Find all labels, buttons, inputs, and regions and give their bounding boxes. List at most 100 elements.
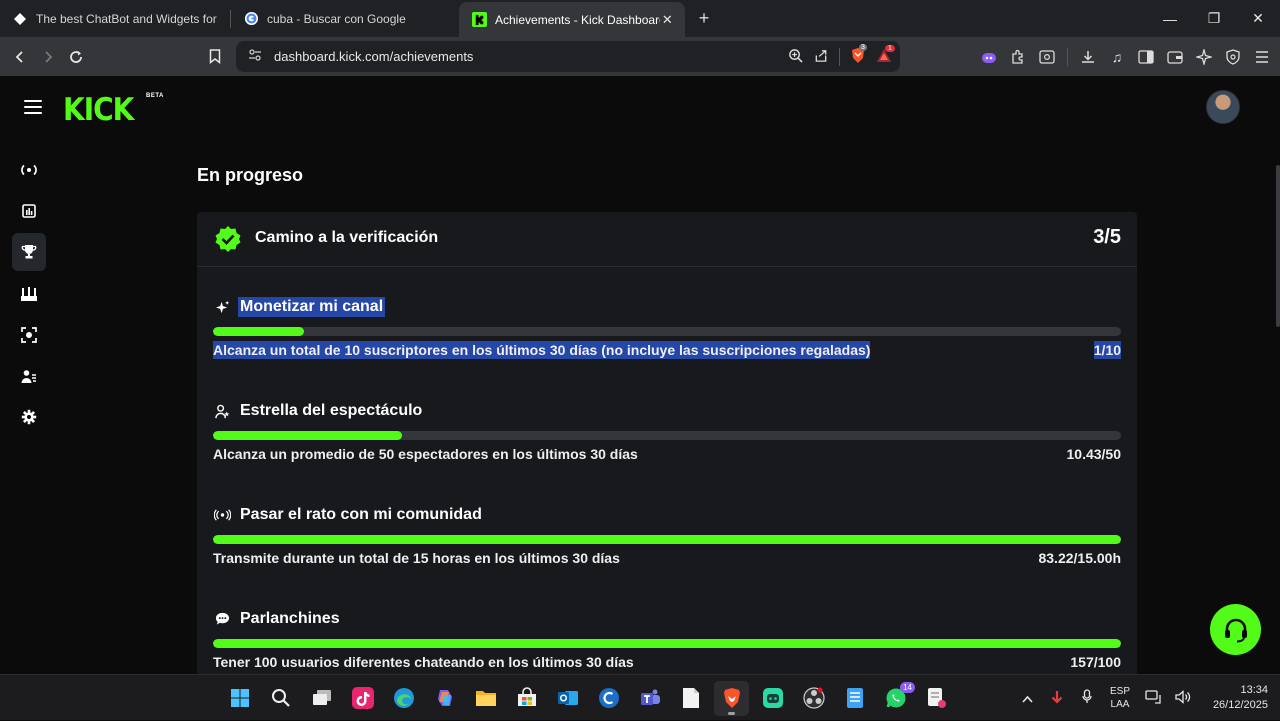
notes-icon[interactable] <box>837 681 872 716</box>
brave-shield-icon[interactable]: 3 <box>850 43 867 67</box>
support-chat-button[interactable] <box>1210 604 1261 655</box>
achievement-name: Parlanchines <box>240 610 340 627</box>
tiktok-icon[interactable] <box>345 681 380 716</box>
achievement-description: Transmite durante un total de 15 horas e… <box>213 550 620 566</box>
close-window-icon[interactable]: ✕ <box>1236 0 1280 37</box>
store-icon[interactable] <box>509 681 544 716</box>
achievement-item: Pasar el rato con mi comunidad Transmite… <box>213 503 1121 566</box>
snipping-icon[interactable] <box>919 681 954 716</box>
hamburger-menu-icon[interactable] <box>24 100 42 114</box>
progress-bar <box>213 431 1121 440</box>
achievement-value: 10.43/50 <box>1066 446 1122 462</box>
vpn-icon[interactable] <box>1224 48 1242 66</box>
site-settings-icon[interactable] <box>248 48 262 65</box>
star-user-icon <box>213 402 231 420</box>
wallet-icon[interactable] <box>1166 48 1184 66</box>
whatsapp-badge: 14 <box>900 681 915 693</box>
notepad-icon[interactable] <box>673 681 708 716</box>
alert-badge: 1 <box>885 44 895 52</box>
brave-rewards-icon[interactable]: 1 <box>876 44 895 66</box>
date: 26/12/2025 <box>1212 699 1268 711</box>
obs-icon[interactable] <box>796 681 831 716</box>
trophy-icon <box>21 245 37 259</box>
new-tab-button[interactable]: + <box>689 8 719 29</box>
sidebar-item-achievements[interactable] <box>12 233 46 271</box>
menu-icon[interactable] <box>1253 48 1271 66</box>
kick-logo[interactable]: KICK <box>63 91 134 127</box>
progress-bar <box>213 327 1121 336</box>
music-icon[interactable]: ♫ <box>1108 48 1126 66</box>
sidebar-item-community[interactable] <box>12 275 46 313</box>
kick-icon <box>471 12 487 28</box>
copilot-icon[interactable] <box>427 681 462 716</box>
sidebar-toggle-icon[interactable] <box>1137 48 1155 66</box>
broadcast-icon <box>21 164 37 176</box>
scrollbar[interactable] <box>1276 165 1280 327</box>
headset-icon <box>1224 618 1247 642</box>
arrow-right-icon <box>45 50 53 63</box>
address-bar[interactable]: dashboard.kick.com/achievements 3 1 <box>236 41 900 72</box>
search-icon[interactable] <box>263 681 298 716</box>
task-view-icon[interactable] <box>304 681 339 716</box>
browser-tab[interactable]: The best ChatBot and Widgets for Kick <box>0 0 230 37</box>
back-button[interactable] <box>6 43 34 71</box>
zoom-icon[interactable] <box>788 48 803 66</box>
achievement-name: Estrella del espectáculo <box>240 402 423 419</box>
restore-icon[interactable]: ❐ <box>1192 0 1236 37</box>
extension-bot-icon[interactable] <box>980 48 998 66</box>
arrow-left-icon <box>15 50 23 63</box>
tab-search-icon[interactable] <box>1038 48 1056 66</box>
windows-start-icon[interactable] <box>222 681 257 716</box>
browser-tab[interactable]: cuba - Buscar con Google <box>231 0 459 37</box>
network-icon[interactable] <box>1138 689 1168 707</box>
sidebar-item-moderation[interactable] <box>12 316 46 354</box>
outlook-icon[interactable] <box>550 681 585 716</box>
avatar[interactable] <box>1206 90 1240 124</box>
download-icon[interactable] <box>1079 48 1097 66</box>
windows-taskbar: 14 ESP LAA 13:34 26/12/2025 <box>0 674 1280 720</box>
discord-icon[interactable] <box>755 681 790 716</box>
language-indicator[interactable]: ESP LAA <box>1102 685 1138 711</box>
volume-icon[interactable] <box>1168 689 1198 707</box>
chevron-up-icon[interactable] <box>1012 691 1042 706</box>
microphone-icon[interactable] <box>1072 689 1102 707</box>
minimize-icon[interactable]: — <box>1148 0 1192 37</box>
ccleaner-icon[interactable] <box>591 681 626 716</box>
puzzle-icon[interactable] <box>1009 48 1027 66</box>
update-arrow-icon[interactable] <box>1042 690 1072 707</box>
keyboard-layout: LAA <box>1110 699 1130 710</box>
card-progress-count: 3/5 <box>1093 226 1121 248</box>
progress-bar <box>213 639 1121 648</box>
achievement-name: Monetizar mi canal <box>238 297 386 317</box>
forward-button[interactable] <box>34 43 62 71</box>
card-title: Camino a la verificación <box>255 229 439 246</box>
teams-icon[interactable] <box>632 681 667 716</box>
running-indicator <box>728 711 735 715</box>
achievement-name: Pasar el rato con mi comunidad <box>240 506 482 523</box>
reload-button[interactable] <box>62 43 90 71</box>
close-tab-icon[interactable]: ✕ <box>660 12 675 28</box>
browser-tab-active[interactable]: Achievements - Kick Dashboard ✕ <box>459 2 685 37</box>
sidebar-item-users[interactable] <box>12 357 46 395</box>
progress-bar <box>213 535 1121 544</box>
share-icon[interactable] <box>813 48 829 66</box>
leo-ai-icon[interactable] <box>1195 48 1213 66</box>
sidebar-item-stream[interactable] <box>12 151 46 189</box>
edge-icon[interactable] <box>386 681 421 716</box>
sidebar-item-settings[interactable] <box>12 398 46 436</box>
brave-icon[interactable] <box>714 680 749 716</box>
file-explorer-icon[interactable] <box>468 681 503 716</box>
tab-title: The best ChatBot and Widgets for Kick <box>36 11 220 26</box>
url-text: dashboard.kick.com/achievements <box>274 49 474 64</box>
sparkle-icon <box>213 298 231 316</box>
shield-badge: 3 <box>859 43 867 51</box>
divider <box>1067 47 1068 66</box>
reload-icon <box>70 50 82 63</box>
achievement-value: 157/100 <box>1070 654 1121 670</box>
clock[interactable]: 13:34 26/12/2025 <box>1198 683 1268 713</box>
sidebar-item-analytics[interactable] <box>12 192 46 230</box>
whatsapp-icon[interactable]: 14 <box>878 681 915 716</box>
achievement-item: Estrella del espectáculo Alcanza un prom… <box>213 399 1121 462</box>
progress-fill <box>213 431 403 440</box>
bookmark-button[interactable] <box>201 43 229 71</box>
